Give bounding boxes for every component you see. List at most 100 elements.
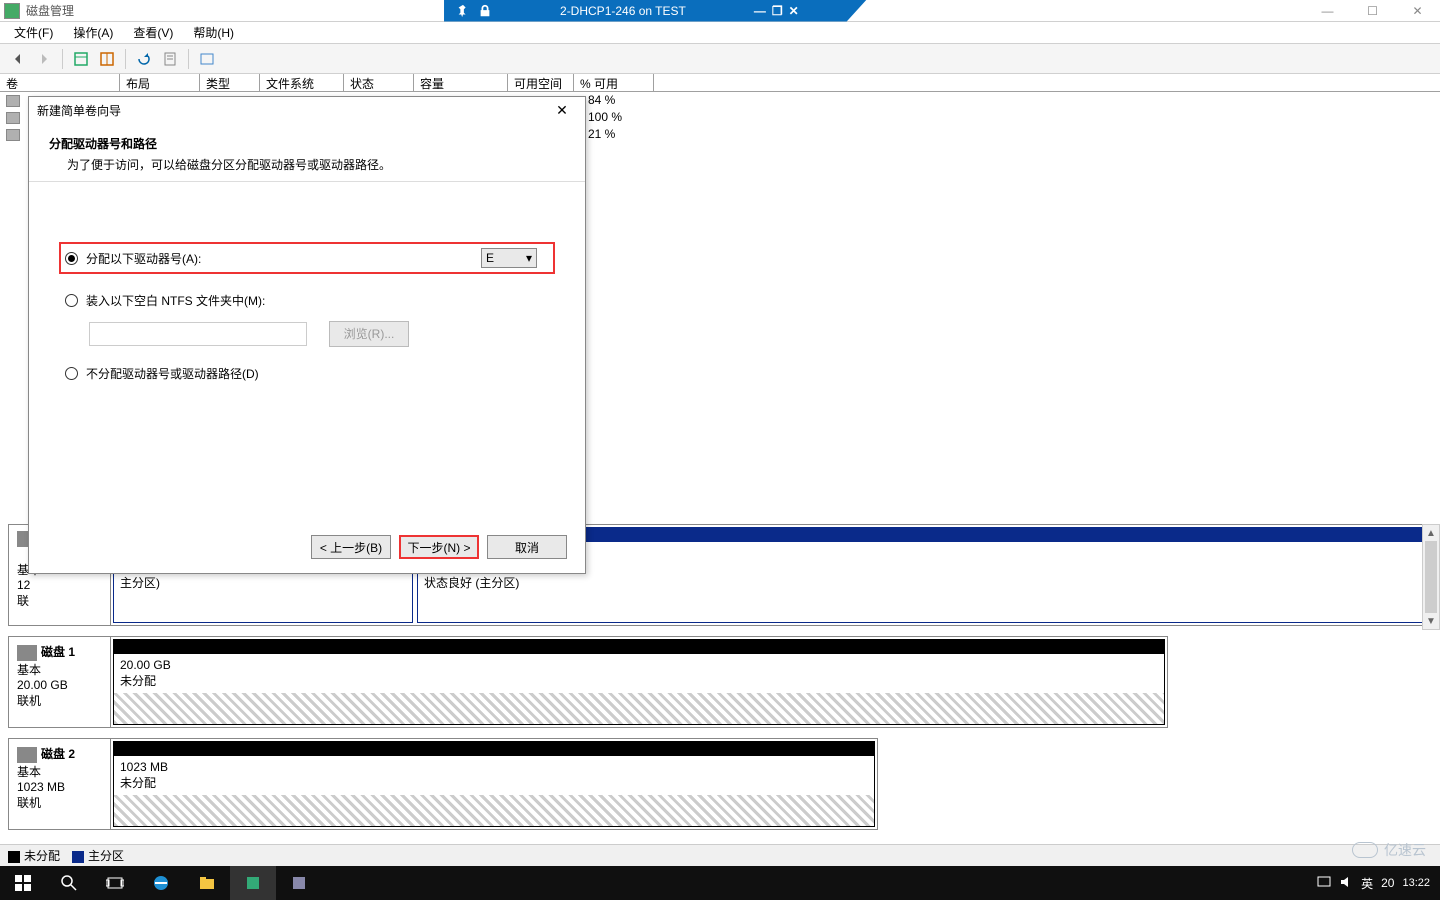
disk2-unallocated[interactable]: 1023 MB 未分配 — [113, 741, 875, 827]
mount-path-input[interactable] — [89, 322, 307, 346]
scroll-down-icon[interactable]: ▼ — [1423, 613, 1439, 629]
tray-clock[interactable]: 13:22 — [1402, 877, 1430, 890]
disk0-status: 联 — [17, 592, 102, 609]
taskbar-app[interactable] — [276, 866, 322, 900]
outer-maximize-button[interactable]: ☐ — [1350, 0, 1395, 22]
outer-titlebar: 磁盘管理 2-DHCP1-246 on TEST — ❐ ✕ — ☐ ✕ — [0, 0, 1440, 22]
disk-panel-scrollbar[interactable]: ▲ ▼ — [1422, 524, 1440, 630]
disk0-size: 12 — [17, 578, 102, 592]
option-no-assign-label: 不分配驱动器号或驱动器路径(D) — [86, 365, 259, 382]
option-mount-folder-label: 装入以下空白 NTFS 文件夹中(M): — [86, 292, 265, 309]
disk1-unallocated[interactable]: 20.00 GB 未分配 — [113, 639, 1165, 725]
radio-mount-folder[interactable] — [65, 294, 78, 307]
tray-more[interactable]: 20 — [1381, 876, 1394, 890]
col-type[interactable]: 类型 — [200, 74, 260, 91]
pin-icon[interactable] — [456, 4, 470, 18]
disk2-status: 联机 — [17, 794, 102, 811]
volume-icon — [6, 112, 20, 124]
col-volume[interactable]: 卷 — [0, 74, 120, 91]
taskview-button[interactable] — [92, 866, 138, 900]
tray-network-icon[interactable] — [1317, 875, 1331, 892]
volume-icon — [6, 129, 20, 141]
col-state[interactable]: 状态 — [344, 74, 414, 91]
partition-size: 1023 MB — [120, 760, 868, 774]
pct-value: 21 % — [588, 126, 622, 143]
dialog-body: 分配以下驱动器号(A): E ▾ 装入以下空白 NTFS 文件夹中(M): 浏览… — [29, 182, 585, 420]
toolbar-properties-button[interactable] — [158, 47, 182, 71]
toolbar — [0, 44, 1440, 74]
watermark: 亿速云 — [1352, 840, 1426, 860]
col-pct[interactable]: % 可用 — [574, 74, 654, 91]
disk-panels: - 基本 12 联 主分区) (D:) 53.71 GB NTFS 状态良好 (… — [8, 524, 1432, 864]
lock-icon[interactable] — [478, 4, 492, 18]
radio-assign-letter[interactable] — [65, 252, 78, 265]
toolbar-refresh-button[interactable] — [132, 47, 156, 71]
vm-window-controls: — ❐ ✕ — [746, 4, 807, 18]
scroll-thumb[interactable] — [1425, 541, 1437, 613]
taskbar-explorer[interactable] — [184, 866, 230, 900]
dialog-titlebar[interactable]: 新建简单卷向导 ✕ — [29, 97, 585, 123]
partition-state: 主分区) — [120, 576, 160, 590]
legend-swatch-unalloc — [8, 851, 20, 863]
vm-minimize-icon[interactable]: — — [754, 4, 766, 18]
col-free[interactable]: 可用空间 — [508, 74, 574, 91]
watermark-logo-icon — [1352, 842, 1378, 858]
browse-button[interactable]: 浏览(R)... — [329, 321, 409, 347]
outer-close-button[interactable]: ✕ — [1395, 0, 1440, 22]
disk2-row: 磁盘 2 基本 1023 MB 联机 1023 MB 未分配 — [8, 738, 878, 830]
option-mount-folder-row: 装入以下空白 NTFS 文件夹中(M): — [65, 292, 549, 309]
disk1-size: 20.00 GB — [17, 678, 102, 692]
disk1-row: 磁盘 1 基本 20.00 GB 联机 20.00 GB 未分配 — [8, 636, 1168, 728]
disk1-label: 磁盘 1 基本 20.00 GB 联机 — [9, 637, 111, 727]
chevron-down-icon: ▾ — [526, 251, 532, 265]
col-filesystem[interactable]: 文件系统 — [260, 74, 344, 91]
disk2-name: 磁盘 2 — [41, 747, 75, 761]
disk2-type: 基本 — [17, 763, 102, 780]
dialog-close-button[interactable]: ✕ — [547, 99, 577, 121]
pct-value: 100 % — [588, 109, 622, 126]
scroll-up-icon[interactable]: ▲ — [1423, 525, 1439, 541]
menu-file[interactable]: 文件(F) — [6, 22, 61, 43]
toolbar-forward-button[interactable] — [32, 47, 56, 71]
vm-restore-icon[interactable]: ❐ — [772, 4, 783, 18]
toolbar-view2-button[interactable] — [95, 47, 119, 71]
option-no-assign-row: 不分配驱动器号或驱动器路径(D) — [65, 365, 549, 382]
tray-volume-icon[interactable] — [1339, 875, 1353, 892]
tray-ime[interactable]: 英 — [1361, 875, 1373, 892]
watermark-text: 亿速云 — [1384, 840, 1426, 860]
vm-titlebar: 2-DHCP1-246 on TEST — ❐ ✕ — [444, 0, 867, 22]
new-volume-wizard-dialog: 新建简单卷向导 ✕ 分配驱动器号和路径 为了便于访问，可以给磁盘分区分配驱动器号… — [28, 96, 586, 574]
taskbar-diskmgmt-active[interactable] — [230, 866, 276, 900]
tray-time: 13:22 — [1402, 877, 1430, 890]
outer-minimize-button[interactable]: — — [1305, 0, 1350, 22]
cancel-button[interactable]: 取消 — [487, 535, 567, 559]
dialog-footer: < 上一步(B) 下一步(N) > 取消 — [311, 535, 567, 559]
next-button[interactable]: 下一步(N) > — [399, 535, 479, 559]
col-layout[interactable]: 布局 — [120, 74, 200, 91]
disk1-type: 基本 — [17, 661, 102, 678]
toolbar-view1-button[interactable] — [69, 47, 93, 71]
col-capacity[interactable]: 容量 — [414, 74, 508, 91]
pct-column-values: 84 % 100 % 21 % — [588, 92, 622, 143]
disk-icon — [17, 645, 37, 661]
vm-title: 2-DHCP1-246 on TEST — [560, 4, 686, 18]
menu-action[interactable]: 操作(A) — [65, 22, 121, 43]
taskbar-ie[interactable] — [138, 866, 184, 900]
volume-icon — [6, 95, 20, 107]
dialog-subheading: 为了便于访问，可以给磁盘分区分配驱动器号或驱动器路径。 — [49, 156, 565, 173]
start-button[interactable] — [0, 866, 46, 900]
radio-no-assign[interactable] — [65, 367, 78, 380]
option-assign-letter-row: 分配以下驱动器号(A): E ▾ — [59, 242, 555, 274]
volumes-header: 卷 布局 类型 文件系统 状态 容量 可用空间 % 可用 — [0, 74, 1440, 92]
menu-help[interactable]: 帮助(H) — [185, 22, 242, 43]
vm-close-icon[interactable]: ✕ — [789, 4, 799, 18]
system-tray: 英 20 13:22 — [1317, 875, 1440, 892]
toolbar-help-button[interactable] — [195, 47, 219, 71]
taskbar: 英 20 13:22 — [0, 866, 1440, 900]
drive-letter-select[interactable]: E ▾ — [481, 248, 537, 268]
legend: 未分配 主分区 — [0, 844, 1440, 866]
toolbar-back-button[interactable] — [6, 47, 30, 71]
back-button[interactable]: < 上一步(B) — [311, 535, 391, 559]
menu-view[interactable]: 查看(V) — [125, 22, 181, 43]
search-button[interactable] — [46, 866, 92, 900]
